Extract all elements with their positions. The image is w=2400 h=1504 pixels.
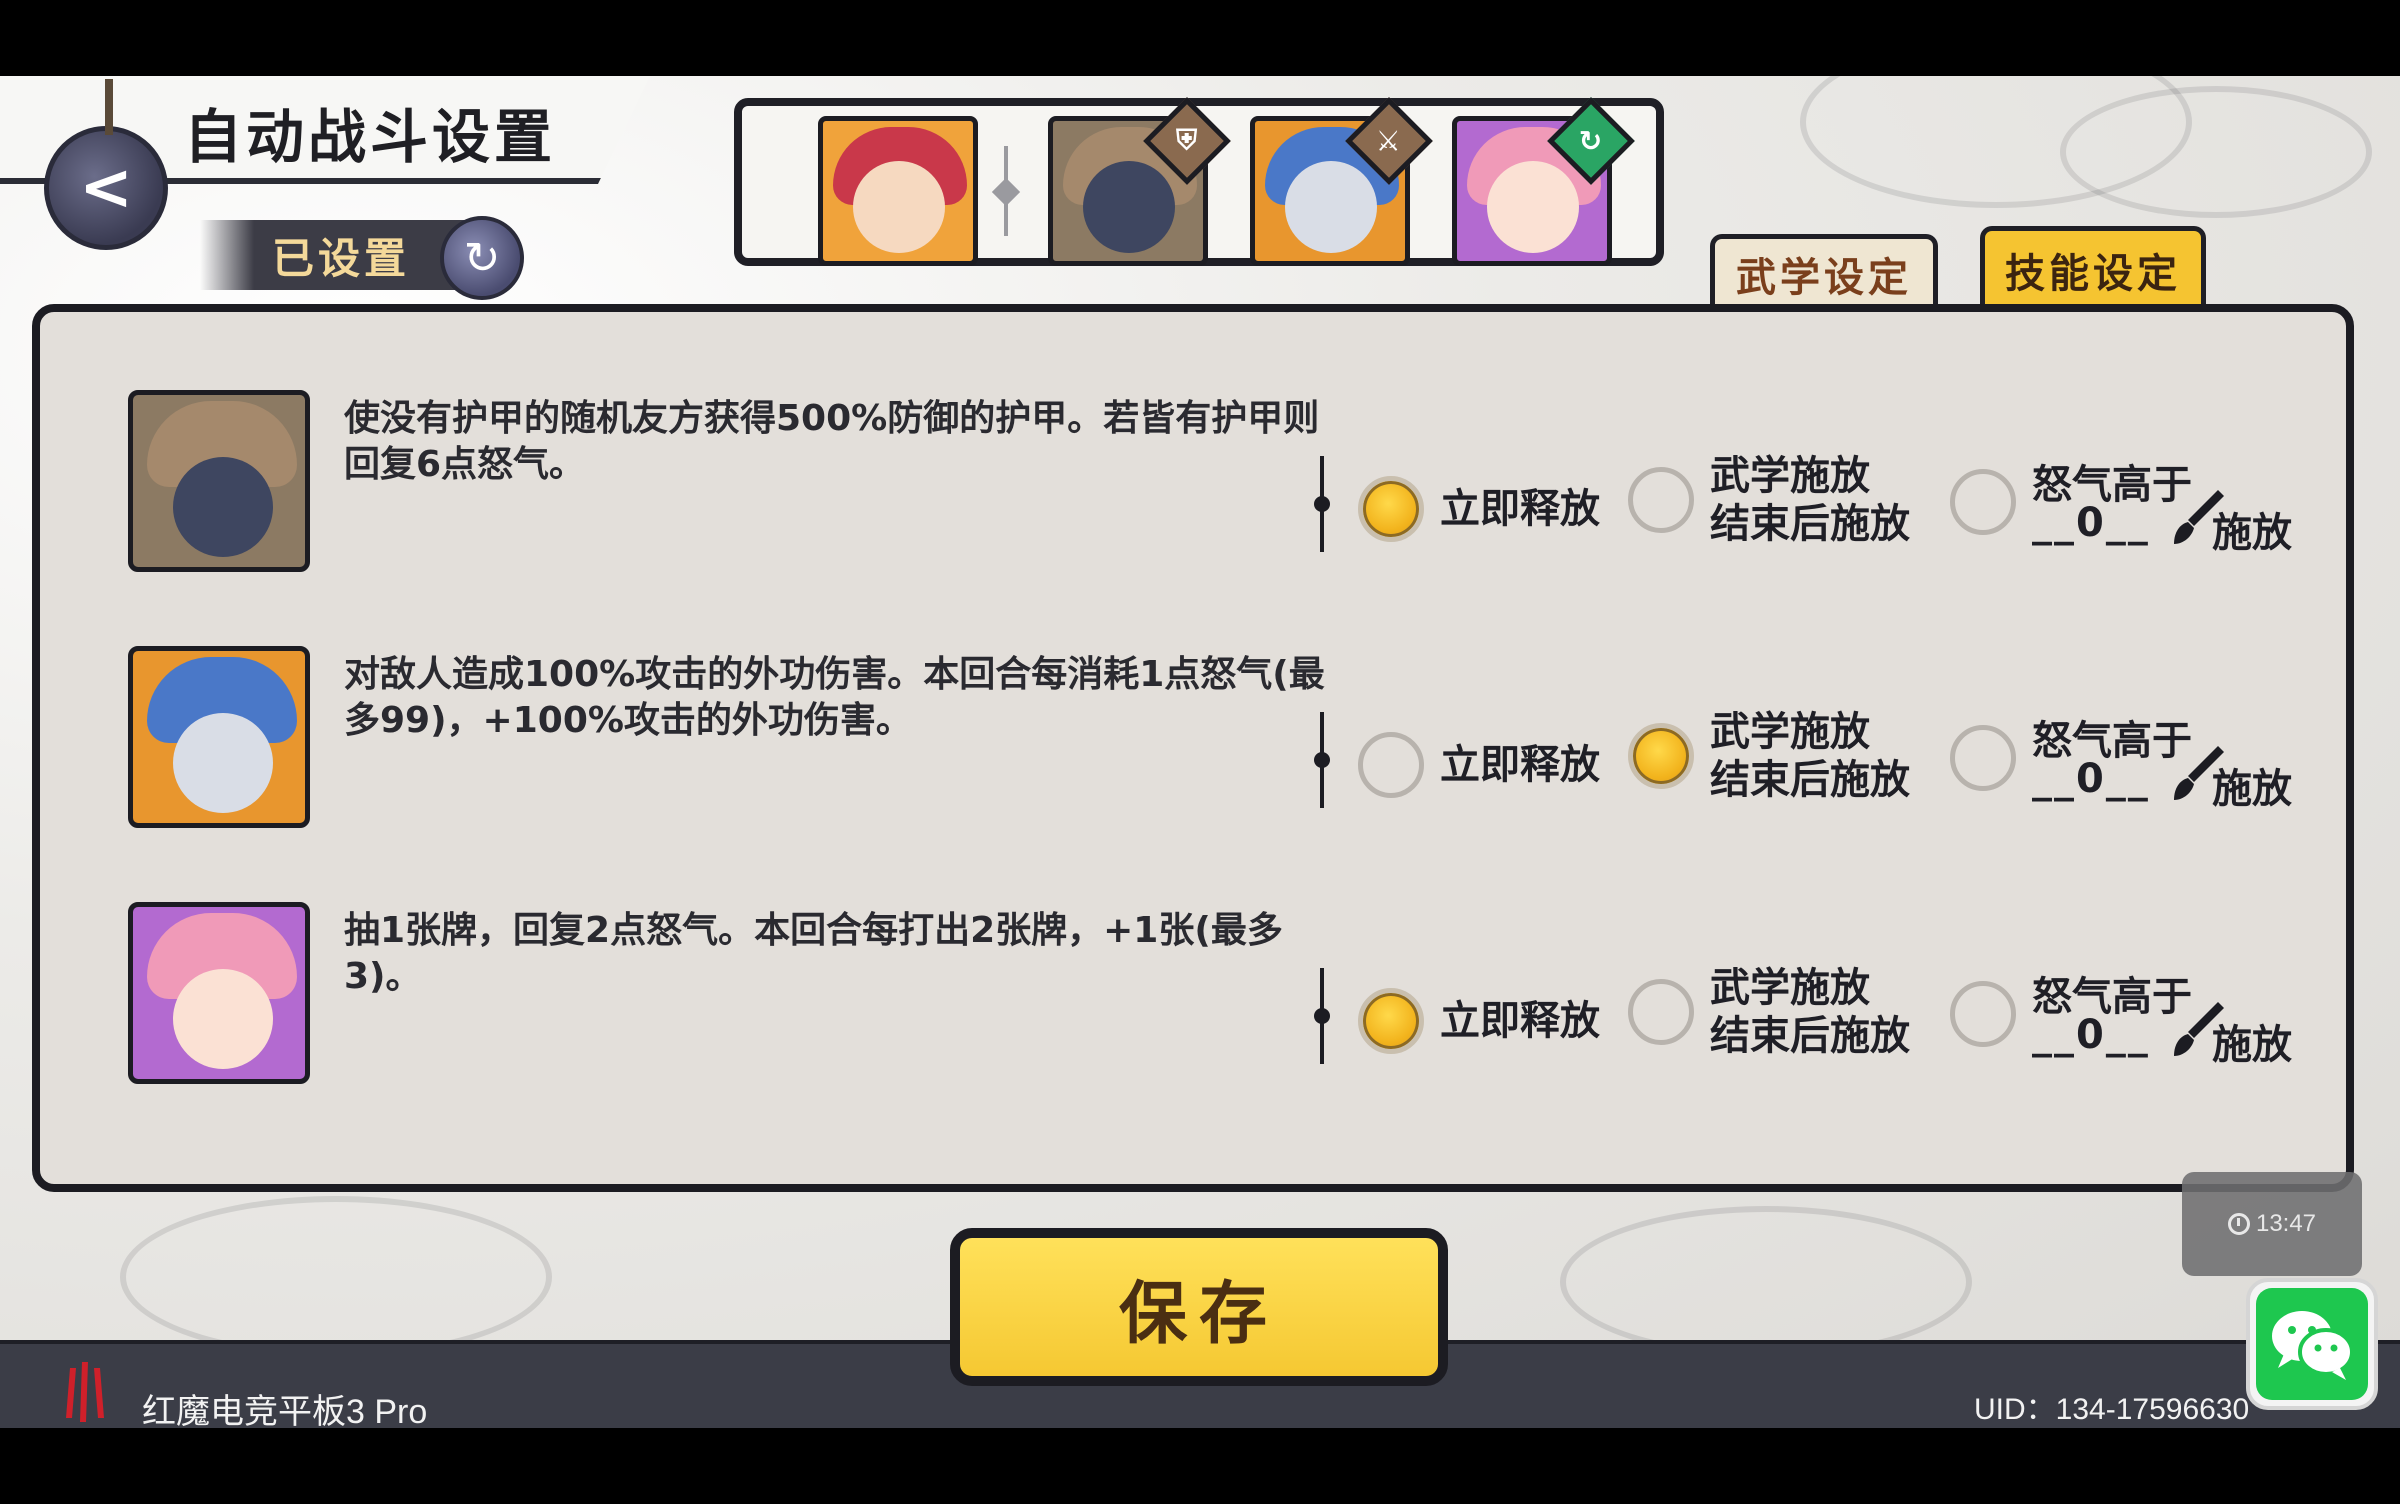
option-after-martial-label: 武学施放 结束后施放	[1710, 709, 1910, 803]
skill-row: 使没有护甲的随机友方获得500%防御的护甲。若皆有护甲则回复6点怒气。 立即释放…	[40, 368, 2346, 578]
rage-value-input[interactable]: __0__	[2032, 500, 2150, 546]
option-after-martial[interactable]: 武学施放 结束后施放	[1628, 708, 1910, 804]
option-immediate[interactable]: 立即释放	[1358, 988, 1600, 1054]
option-rage-threshold[interactable]: 怒气高于 __0__ 施放	[1950, 964, 2302, 1068]
clock-widget: 13:47	[2182, 1172, 2362, 1276]
character-portrait-leader[interactable]	[818, 116, 978, 266]
rage-value-input[interactable]: __0__	[2032, 1012, 2150, 1058]
back-button[interactable]: <	[44, 79, 168, 250]
wechat-button[interactable]	[2246, 1278, 2378, 1410]
auto-cycle-icon: ↻	[440, 216, 524, 300]
option-immediate[interactable]: 立即释放	[1358, 476, 1600, 542]
option-after-martial[interactable]: 武学施放 结束后施放	[1628, 452, 1910, 548]
game-screen: 自动战斗设置 < 已设置 ↻ ⛨ ⚔ ↻ 武学设定 技能设定 使没有护甲的随机友…	[0, 76, 2400, 1428]
radio-rage-threshold[interactable]	[1950, 981, 2016, 1047]
device-watermark: 红魔电竞平板3 Pro	[142, 1393, 428, 1428]
ink-cloud-decoration	[2060, 86, 2372, 218]
option-after-martial-label: 武学施放 结束后施放	[1710, 965, 1910, 1059]
user-id: UID：134-17596630	[1974, 1393, 2250, 1426]
hanging-cord	[105, 79, 113, 135]
option-after-martial[interactable]: 武学施放 结束后施放	[1628, 964, 1910, 1060]
radio-after-martial[interactable]	[1628, 979, 1694, 1045]
row-divider-dot	[1314, 496, 1330, 512]
skill-description: 抽1张牌，回复2点怒气。本回合每打出2张牌，+1张(最多3)。	[344, 910, 1283, 997]
radio-immediate[interactable]	[1358, 732, 1424, 798]
skill-row: 抽1张牌，回复2点怒气。本回合每打出2张牌，+1张(最多3)。 立即释放 武学施…	[40, 880, 2346, 1090]
ink-cloud-decoration	[1560, 1206, 1972, 1358]
radio-immediate[interactable]	[1358, 988, 1424, 1054]
tab-skill-settings[interactable]: 技能设定	[1980, 226, 2206, 308]
option-rage-label: 怒气高于 __0__ 施放	[2032, 718, 2292, 812]
wechat-icon	[2256, 1288, 2368, 1400]
row-divider-dot	[1314, 752, 1330, 768]
skill-portrait-masked	[128, 646, 310, 828]
save-button[interactable]: 保存	[950, 1228, 1448, 1386]
skill-settings-panel: 使没有护甲的随机友方获得500%防御的护甲。若皆有护甲则回复6点怒气。 立即释放…	[32, 304, 2354, 1192]
skill-row: 对敌人造成100%攻击的外功伤害。本回合每消耗1点怒气(最多99)，+100%攻…	[40, 624, 2346, 834]
option-rage-threshold[interactable]: 怒气高于 __0__ 施放	[1950, 452, 2302, 556]
page-title: 自动战斗设置	[184, 103, 557, 171]
device-logo-icon	[66, 1362, 104, 1422]
option-rage-label: 怒气高于 __0__ 施放	[2032, 462, 2292, 556]
option-after-martial-label: 武学施放 结束后施放	[1710, 453, 1910, 547]
option-immediate-label: 立即释放	[1440, 486, 1600, 532]
ink-cloud-decoration	[120, 1196, 552, 1358]
radio-rage-threshold[interactable]	[1950, 469, 2016, 535]
clock-time: 13:47	[2255, 1210, 2317, 1237]
skill-description: 对敌人造成100%攻击的外功伤害。本回合每消耗1点怒气(最多99)，+100%攻…	[344, 654, 1325, 741]
row-divider-dot	[1314, 1008, 1330, 1024]
radio-rage-threshold[interactable]	[1950, 725, 2016, 791]
option-immediate-label: 立即释放	[1440, 998, 1600, 1044]
clock-icon	[2227, 1213, 2250, 1235]
strip-divider-dot	[991, 177, 1021, 207]
option-immediate-label: 立即释放	[1440, 742, 1600, 788]
save-button-label: 保存	[1118, 1274, 1279, 1354]
radio-immediate[interactable]	[1358, 476, 1424, 542]
sword-icon: ⚔	[1376, 124, 1402, 158]
skill-portrait-pink	[128, 902, 310, 1084]
option-rage-threshold[interactable]: 怒气高于 __0__ 施放	[1950, 708, 2302, 812]
back-arrow-icon: <	[79, 151, 133, 225]
cycle-icon: ↻	[1579, 124, 1603, 158]
status-label: 已设置	[272, 233, 411, 283]
skill-description: 使没有护甲的随机友方获得500%防御的护甲。若皆有护甲则回复6点怒气。	[344, 398, 1320, 485]
tab-martial-settings[interactable]: 武学设定	[1710, 234, 1938, 308]
rage-value-input[interactable]: __0__	[2032, 756, 2150, 802]
character-strip: ⛨ ⚔ ↻	[734, 97, 1664, 266]
radio-after-martial[interactable]	[1628, 467, 1694, 533]
option-rage-label: 怒气高于 __0__ 施放	[2032, 974, 2292, 1068]
skill-portrait-armored	[128, 390, 310, 572]
option-immediate[interactable]: 立即释放	[1358, 732, 1600, 798]
shield-icon: ⛨	[1176, 123, 1198, 157]
radio-after-martial[interactable]	[1628, 723, 1694, 789]
